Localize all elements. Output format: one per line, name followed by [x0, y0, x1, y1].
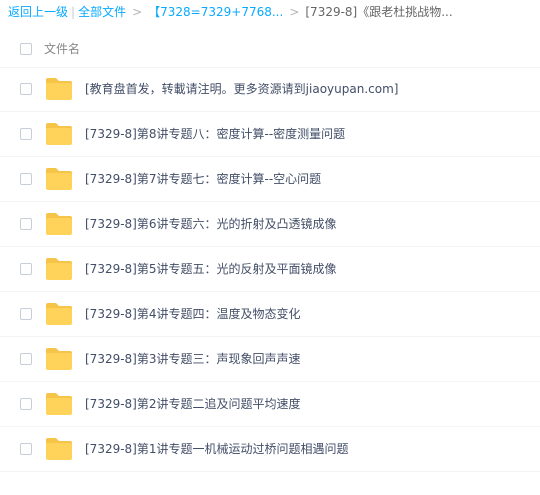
file-name[interactable]: [7329-8]第8讲专题八：密度计算--密度测量问题 — [85, 112, 345, 157]
folder-icon — [45, 302, 73, 326]
file-name[interactable]: [7329-8]第3讲专题三：声现象回声声速 — [85, 337, 301, 382]
breadcrumb-arrow-icon: > — [132, 5, 143, 19]
file-name[interactable]: [7329-8]第7讲专题七：密度计算--空心问题 — [85, 157, 321, 202]
folder-icon — [45, 122, 73, 146]
file-name[interactable]: [7329-8]第1讲专题一机械运动过桥问题相遇问题 — [85, 427, 349, 472]
file-name[interactable]: [7329-8]第6讲专题六：光的折射及凸透镜成像 — [85, 202, 337, 247]
row-checkbox[interactable] — [20, 443, 32, 455]
file-list-header: 文件名 — [0, 31, 540, 68]
folder-icon — [45, 437, 73, 461]
back-link[interactable]: 返回上一级 — [8, 5, 68, 19]
all-files-link[interactable]: 全部文件 — [78, 5, 126, 19]
row-checkbox[interactable] — [20, 218, 32, 230]
row-checkbox[interactable] — [20, 83, 32, 95]
file-row[interactable]: [教育盘首发，转載请注明。更多资源请到jiaoyupan.com] — [0, 67, 540, 112]
folder-icon — [45, 77, 73, 101]
breadcrumb: 返回上一级 | 全部文件 > 【7328=7329+7768... > [7329-8]《跟… — [8, 0, 538, 24]
filename-column-header[interactable]: 文件名 — [44, 31, 80, 67]
file-row[interactable]: [7329-8]第5讲专题五：光的反射及平面镜成像 — [0, 247, 540, 292]
folder-icon — [45, 212, 73, 236]
file-row[interactable]: [7329-8]第3讲专题三：声现象回声声速 — [0, 337, 540, 382]
folder-icon — [45, 392, 73, 416]
breadcrumb-arrow-icon: > — [289, 5, 300, 19]
row-checkbox[interactable] — [20, 173, 32, 185]
current-folder-label: [7329-8]《跟老杜挑战物... — [305, 5, 453, 19]
breadcrumb-separator: | — [71, 5, 76, 19]
row-checkbox[interactable] — [20, 308, 32, 320]
folder-icon — [45, 257, 73, 281]
file-row[interactable]: [7329-8]第6讲专题六：光的折射及凸透镜成像 — [0, 202, 540, 247]
select-all-checkbox[interactable] — [20, 43, 32, 55]
file-name[interactable]: [7329-8]第5讲专题五：光的反射及平面镜成像 — [85, 247, 337, 292]
row-checkbox[interactable] — [20, 353, 32, 365]
file-row[interactable]: [7329-8]第1讲专题一机械运动过桥问题相遇问题 — [0, 427, 540, 472]
file-name[interactable]: [7329-8]第2讲专题二追及问题平均速度 — [85, 382, 301, 427]
row-checkbox[interactable] — [20, 263, 32, 275]
file-row[interactable]: [7329-8]第7讲专题七：密度计算--空心问题 — [0, 157, 540, 202]
file-row[interactable]: [7329-8]第4讲专题四：温度及物态变化 — [0, 292, 540, 337]
file-name[interactable]: [7329-8]第4讲专题四：温度及物态变化 — [85, 292, 301, 337]
row-checkbox[interactable] — [20, 398, 32, 410]
file-row[interactable]: [7329-8]第8讲专题八：密度计算--密度测量问题 — [0, 112, 540, 157]
file-name[interactable]: [教育盘首发，转載请注明。更多资源请到jiaoyupan.com] — [85, 67, 398, 112]
folder-icon — [45, 167, 73, 191]
file-list: [教育盘首发，转載请注明。更多资源请到jiaoyupan.com] [7329-… — [0, 67, 540, 472]
folder-icon — [45, 347, 73, 371]
file-row[interactable]: [7329-8]第2讲专题二追及问题平均速度 — [0, 382, 540, 427]
parent-folder-link[interactable]: 【7328=7329+7768... — [148, 5, 283, 19]
row-checkbox[interactable] — [20, 128, 32, 140]
